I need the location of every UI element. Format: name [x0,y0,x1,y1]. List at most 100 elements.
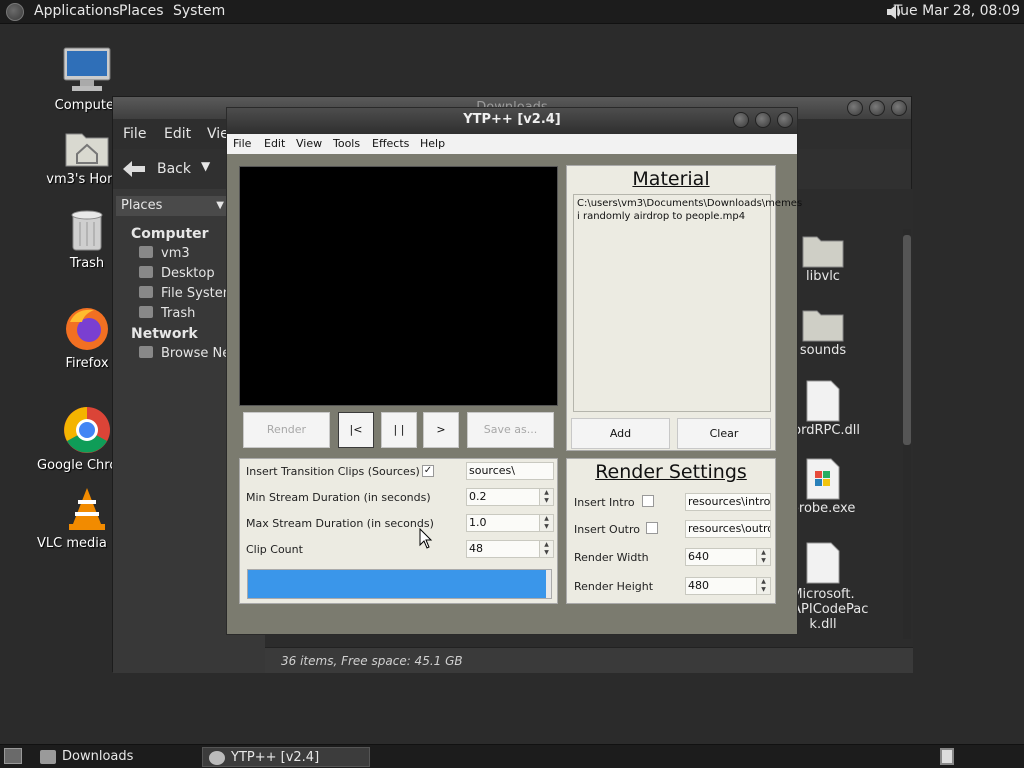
scrollbar[interactable] [903,229,911,639]
skip-to-start-button[interactable]: |< [338,412,374,448]
render-width-label: Render Width [574,551,649,564]
max-duration-value: 1.0 [469,516,487,529]
spinner-arrows-icon[interactable]: ▲ ▼ [756,578,770,594]
transition-clips-checkbox[interactable]: ✓ [422,465,434,477]
progress-bar [247,569,552,599]
material-list-item[interactable]: C:\users\vm3\Documents\Downloads\memes i… [577,197,802,223]
menu-help[interactable]: Help [420,137,445,150]
taskbar-item-label: YTP++ [v2.4] [231,750,320,765]
insert-outro-checkbox[interactable] [646,522,658,534]
menu-effects[interactable]: Effects [372,137,409,150]
workspace-switcher-icon[interactable] [940,748,954,765]
ytp-app-icon [209,751,225,765]
back-arrow-icon[interactable] [123,161,145,177]
places-dropdown[interactable]: Places ▼ [116,196,228,216]
home-folder-icon [65,133,109,167]
min-duration-value: 0.2 [469,490,487,503]
file-label: probe.exe [790,501,856,516]
executable-icon [806,458,840,500]
folder-icon [802,310,844,342]
render-width-field[interactable]: 640 ▲ ▼ [685,548,771,566]
spinner-arrows-icon[interactable]: ▲ ▼ [539,489,553,505]
desktop-icon-label: Trash [69,256,105,271]
menu-edit[interactable]: Edit [264,137,285,150]
file-label: sounds [799,343,847,358]
status-bar: 36 items, Free space: 45.1 GB [265,647,913,673]
material-title: Material [632,168,710,190]
render-button[interactable]: Render [243,412,330,448]
sidebar-item-label: File System [161,286,236,301]
insert-intro-checkbox[interactable] [642,495,654,507]
spinner-arrows-icon[interactable]: ▲ ▼ [539,515,553,531]
system-menu[interactable]: System [173,3,225,19]
taskbar-item-downloads[interactable]: Downloads [34,747,198,767]
window-title: YTP++ [v2.4] [463,112,561,127]
menu-tools[interactable]: Tools [333,137,360,150]
applications-menu[interactable]: Applications [34,3,120,19]
show-desktop-icon[interactable] [4,748,22,764]
spinner-arrows-icon[interactable]: ▲ ▼ [539,541,553,557]
clear-button[interactable]: Clear [677,418,771,449]
drive-icon [139,286,153,298]
maximize-icon[interactable] [755,112,771,128]
chrome-icon [64,407,110,453]
desktop-icon [139,266,153,278]
sidebar-item-label: vm3 [161,246,190,261]
ytp-titlebar[interactable]: YTP++ [v2.4] [227,108,797,134]
parameters-panel: Insert Transition Clips (Sources) ✓ sour… [239,458,558,604]
menu-file[interactable]: File [233,137,251,150]
pause-button[interactable]: | | [381,412,417,448]
play-button[interactable]: > [423,412,459,448]
top-panel: Applications Places System Tue Mar 28, 0… [0,0,1024,24]
minimize-icon[interactable] [733,112,749,128]
insert-intro-label: Insert Intro [574,496,635,509]
distro-logo-icon[interactable] [6,3,24,21]
add-button[interactable]: Add [571,418,670,449]
folder-icon [802,236,844,268]
clock[interactable]: Tue Mar 28, 08:09 [894,3,1020,19]
render-settings-title: Render Settings [595,461,747,483]
max-duration-field[interactable]: 1.0 ▲ ▼ [466,514,554,532]
scrollbar-thumb[interactable] [903,235,911,445]
clip-count-label: Clip Count [246,543,303,556]
progress-fill [248,570,547,598]
trash-icon [139,306,153,318]
close-icon[interactable] [891,100,907,116]
material-panel: Material C:\users\vm3\Documents\Download… [566,165,802,451]
sidebar-item-label: Trash [161,306,196,321]
spinner-arrows-icon[interactable]: ▲ ▼ [756,549,770,565]
desktop-icon-label: Computer [54,98,120,113]
desktop-icon-label: Firefox [65,356,109,371]
chevron-down-icon[interactable]: ▼ [201,159,210,173]
minimize-icon[interactable] [847,100,863,116]
transition-sources-field[interactable]: sources\ [466,462,554,480]
render-height-field[interactable]: 480 ▲ ▼ [685,577,771,595]
places-menu[interactable]: Places [119,3,164,19]
clip-count-value: 48 [469,542,483,555]
menu-file[interactable]: File [123,126,146,142]
menu-edit[interactable]: Edit [164,126,191,142]
sidebar-item-label: Desktop [161,266,215,281]
folder-icon [40,750,56,764]
min-duration-field[interactable]: 0.2 ▲ ▼ [466,488,554,506]
mouse-cursor-icon [419,528,433,549]
maximize-icon[interactable] [869,100,885,116]
trash-icon [71,210,103,251]
back-button[interactable]: Back [157,161,191,177]
close-icon[interactable] [777,112,793,128]
menu-view[interactable]: View [296,137,322,150]
insert-outro-label: Insert Outro [574,523,640,536]
render-settings-panel: Render Settings Insert Intro resources\i… [566,458,776,604]
taskbar-item-ytp[interactable]: YTP++ [v2.4] [202,747,370,767]
taskbar-item-label: Downloads [62,749,134,764]
save-as-button[interactable]: Save as... [467,412,554,448]
ytp-window: YTP++ [v2.4] File Edit View Tools Effect… [226,107,802,635]
render-height-label: Render Height [574,580,654,593]
clip-count-field[interactable]: 48 ▲ ▼ [466,540,554,558]
material-list[interactable]: C:\users\vm3\Documents\Downloads\memes i… [573,194,802,412]
intro-path-field[interactable]: resources\intro.mp4 [685,493,771,511]
file-label: libvlc [806,269,840,284]
bottom-panel: Downloads YTP++ [v2.4] [0,744,1024,768]
outro-path-field[interactable]: resources\outro.mp4 [685,520,771,538]
transition-clips-label: Insert Transition Clips (Sources) [246,465,420,478]
